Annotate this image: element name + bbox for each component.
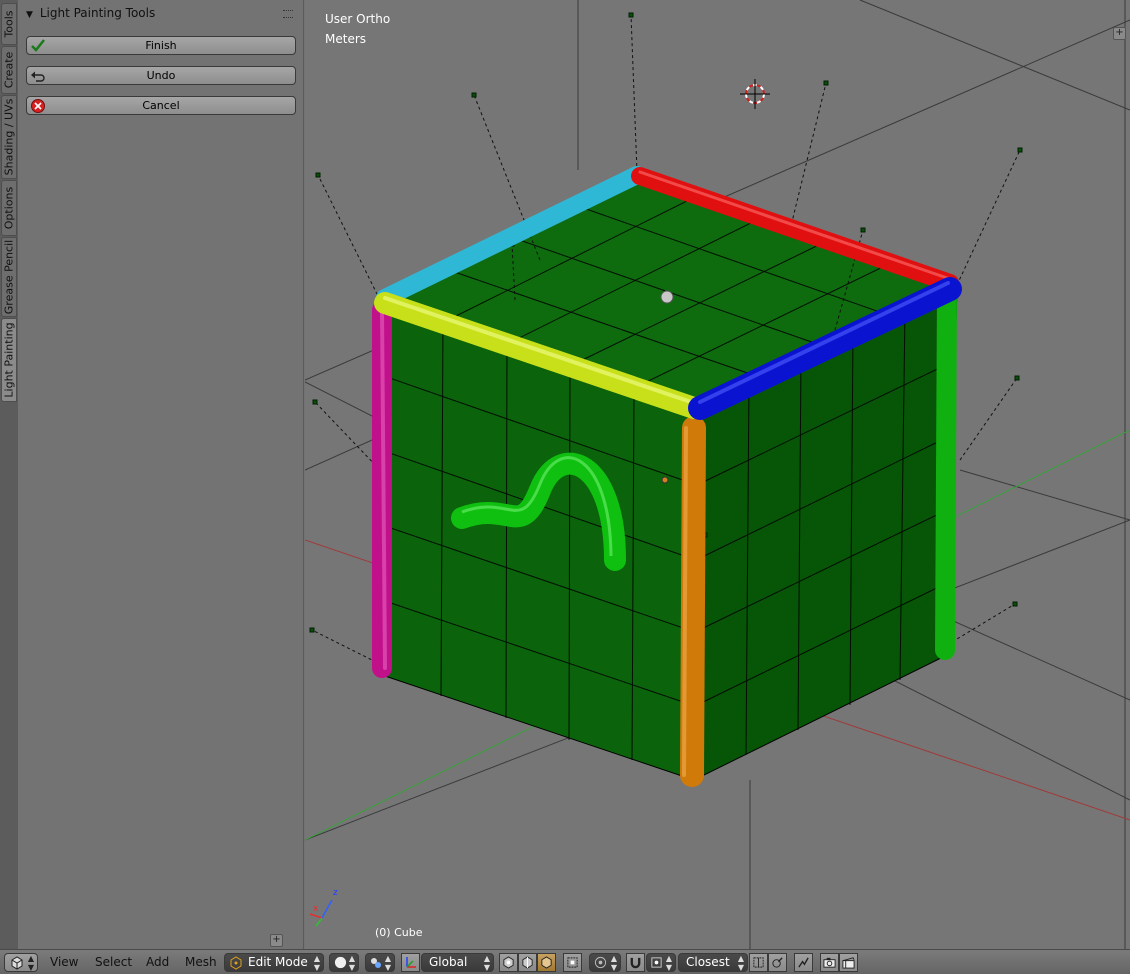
solid-shading-icon [334,956,347,969]
proportional-editing-icon [594,956,607,969]
selector-arrows-icon: ▲ ▼ [483,954,490,972]
snap-project-button[interactable] [768,953,787,972]
face-select-icon [541,956,552,969]
object-origin-dot[interactable] [661,476,669,484]
editor-type-selector[interactable]: ▲ ▼ [4,953,38,972]
tab-grease-pencil[interactable]: Grease Pencil [1,237,17,317]
edge-select-icon [522,956,533,969]
units-label: Meters [325,32,367,46]
clapperboard-icon [842,957,855,969]
selector-arrows-icon: ▲ ▼ [348,954,355,972]
snap-toggle[interactable] [626,953,645,972]
snap-project-icon [772,957,783,968]
snap-vertex-icon [651,957,662,968]
viewport-header: ▲ ▼ View Select Add Mesh Edit Mode ▲ ▼ ▲ ▼ … [0,949,1130,974]
manipulator-icon [406,957,416,968]
transform-orientation-selector[interactable]: Global ▲ ▼ [421,953,494,972]
scene-canvas[interactable] [305,0,1130,949]
cancel-button[interactable]: Cancel [26,96,296,115]
proportional-falloff-button[interactable] [794,953,813,972]
pivot-point-selector[interactable]: ▲ ▼ [365,953,395,972]
render-image-button[interactable] [820,953,839,972]
gizmo-x-label: x [313,904,319,914]
menu-mesh[interactable]: Mesh [185,950,217,974]
panel-title: Light Painting Tools [39,6,156,20]
tab-shading-uvs[interactable]: Shading / UVs [1,95,17,179]
checkmark-icon [31,39,45,52]
pivot-point-icon [371,958,381,968]
panel-header[interactable]: ▼ Light Painting Tools [26,6,295,24]
orientation-label: Global [429,955,468,969]
snap-align-rotation-button[interactable] [749,953,768,972]
face-select-button[interactable] [537,953,556,972]
undo-arrow-icon [31,71,45,82]
camera-icon [823,957,836,968]
menu-select[interactable]: Select [95,950,132,974]
vertex-select-icon [503,956,514,969]
menu-view[interactable]: View [50,950,78,974]
tab-tools[interactable]: Tools [1,3,17,45]
undo-button[interactable]: Undo [26,66,296,85]
tab-light-painting[interactable]: Light Painting [1,318,17,402]
snap-target-selector[interactable]: Closest ▲ ▼ [678,953,748,972]
snap-element-selector[interactable]: ▲ ▼ [646,953,676,972]
collapse-triangle-icon[interactable]: ▼ [26,10,36,20]
plus-icon[interactable]: + [1113,27,1126,40]
menu-add[interactable]: Add [146,950,169,974]
render-animation-button[interactable] [839,953,858,972]
selector-arrows-icon: ▲ ▼ [313,954,320,972]
limit-selection-icon [567,957,578,968]
mode-selector[interactable]: Edit Mode ▲ ▼ [224,953,324,972]
plus-icon[interactable]: + [270,934,283,947]
vertex-select-button[interactable] [499,953,518,972]
mode-label: Edit Mode [248,955,308,969]
3d-viewport[interactable]: User Ortho Meters (0) Cube z x + [305,0,1130,949]
selector-arrows-icon: ▲ ▼ [737,954,744,972]
viewport-shading-selector[interactable]: ▲ ▼ [329,953,359,972]
edge-select-button[interactable] [518,953,537,972]
light-sphere[interactable] [660,290,674,304]
manipulator-toggle[interactable] [401,953,420,972]
selector-arrows-icon: ▲ ▼ [665,954,672,972]
cube-editor-icon [11,956,23,970]
cancel-x-icon [31,99,45,113]
limit-selection-visible-toggle[interactable] [563,953,582,972]
selector-arrows-icon: ▲ ▼ [384,954,391,972]
edit-mode-icon [230,956,242,970]
drag-grip-icon[interactable] [283,10,293,18]
finish-button[interactable]: Finish [26,36,296,55]
falloff-icon [798,957,809,968]
selector-arrows-icon: ▲ ▼ [27,954,34,972]
proportional-editing-selector[interactable]: ▲ ▼ [589,953,621,972]
selector-arrows-icon: ▲ ▼ [610,954,617,972]
tool-shelf-tabs: Tools Create Shading / UVs Options Greas… [0,0,19,949]
snap-align-icon [753,957,764,968]
tool-shelf-panel: ▼ Light Painting Tools Finish Undo Cance… [18,0,304,949]
tab-create[interactable]: Create [1,46,17,94]
magnet-icon [630,957,641,969]
tab-options[interactable]: Options [1,180,17,236]
gizmo-z-label: z [333,888,338,898]
3d-cursor-icon[interactable] [740,79,770,109]
view-name-label: User Ortho [325,12,391,26]
object-info-label: (0) Cube [375,926,423,939]
snap-target-label: Closest [686,955,730,969]
